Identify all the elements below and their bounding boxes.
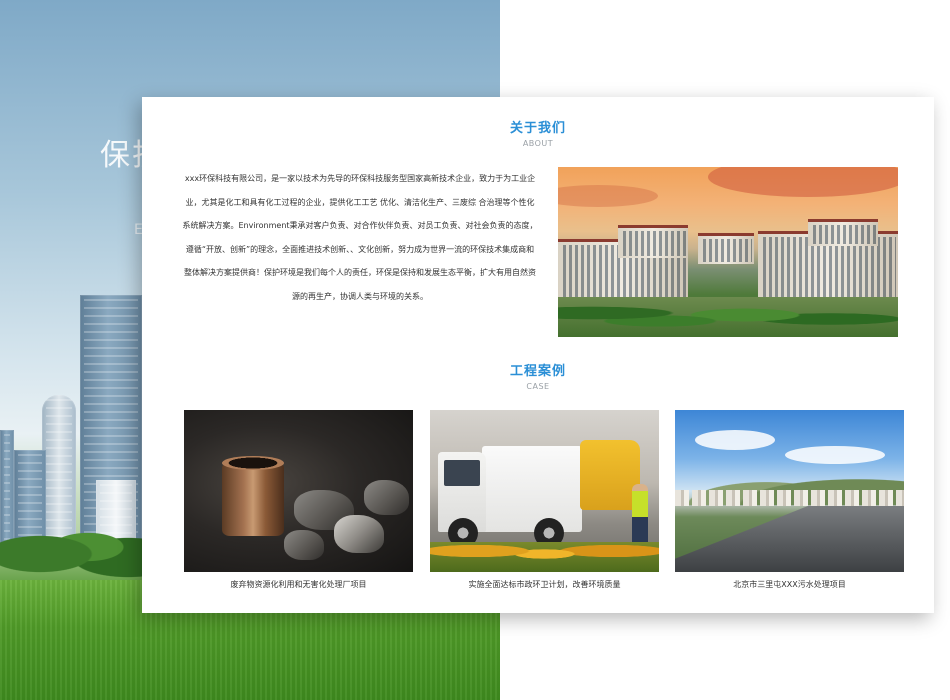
apartment-building [808, 219, 878, 246]
about-paragraph: xxx环保科技有限公司，是一家以技术为先导的环保科技服务型国家高新技术企业，致力… [180, 167, 540, 308]
about-text-line: 业，尤其是化工和具有化工过程的企业，提供化工工艺 优化、清洁化生产、三废综 合治… [185, 197, 535, 207]
case-card-truck[interactable]: 实施全面达标市政环卫计划，改善环境质量 [430, 410, 659, 590]
about-text-line: xxx环保科技有限公司，是一家以技术为先导的环保科技服务型国家高新技术企业，致力… [184, 174, 536, 183]
tree-line [0, 512, 160, 582]
flower-hedge [430, 542, 659, 572]
case-subtitle: CASE [526, 382, 550, 391]
garbage-truck-photo[interactable] [430, 410, 659, 572]
page-root: 保护 E 关于我们 ABOUT xxx环保科技有限公司，是一家以技术为先导的环保… [0, 0, 950, 700]
sky-cloud [785, 446, 885, 464]
sanitation-worker [632, 484, 648, 544]
apartment-building [618, 225, 688, 258]
rubble [364, 480, 409, 515]
apartment-building [698, 233, 754, 264]
residential-complex-photo [558, 167, 898, 337]
about-text-line: 系统解决方案。Environment秉承对客户负责、对合作伙伴负责、对员工负责、… [182, 221, 538, 230]
highway-landscape-photo[interactable] [675, 410, 904, 572]
content-card: 关于我们 ABOUT xxx环保科技有限公司，是一家以技术为先导的环保科技服务型… [142, 97, 934, 613]
sky-cloud [695, 430, 775, 450]
sunset-cloud [708, 167, 898, 197]
about-subtitle: ABOUT [522, 139, 554, 148]
truck-hopper [580, 440, 640, 510]
sunset-cloud [558, 185, 658, 207]
case-header: 工程案例 CASE [142, 360, 934, 391]
rusty-can [222, 456, 284, 536]
about-title: 关于我们 [509, 121, 566, 136]
garden-area [558, 297, 898, 337]
case-card-road[interactable]: 北京市三里屯XXX污水处理项目 [675, 410, 904, 590]
rubble [334, 515, 384, 553]
case-caption[interactable]: 废弃物资源化利用和无害化处理厂项目 [184, 579, 413, 590]
case-card-waste[interactable]: 废弃物资源化利用和无害化处理厂项目 [184, 410, 413, 590]
about-text-line: 整体解决方案提供商！保护环境是我们每个人的责任，环保是保持和发展生态平衡，扩大有… [184, 268, 536, 277]
case-caption[interactable]: 实施全面达标市政环卫计划，改善环境质量 [430, 579, 659, 590]
about-header: 关于我们 ABOUT [142, 117, 934, 148]
about-text-line: 遵循“开放、创新”的理念，全面推进技术创新、、文化创新，努力成为世界一流的环保技… [185, 244, 535, 254]
rubble [284, 530, 324, 560]
about-text-line: 源的再生产，协调人类与环境的关系。 [292, 291, 428, 301]
truck-body [482, 446, 582, 532]
rusty-can-waste-photo[interactable] [184, 410, 413, 572]
case-caption[interactable]: 北京市三里屯XXX污水处理项目 [675, 579, 904, 590]
case-title: 工程案例 [509, 364, 566, 379]
